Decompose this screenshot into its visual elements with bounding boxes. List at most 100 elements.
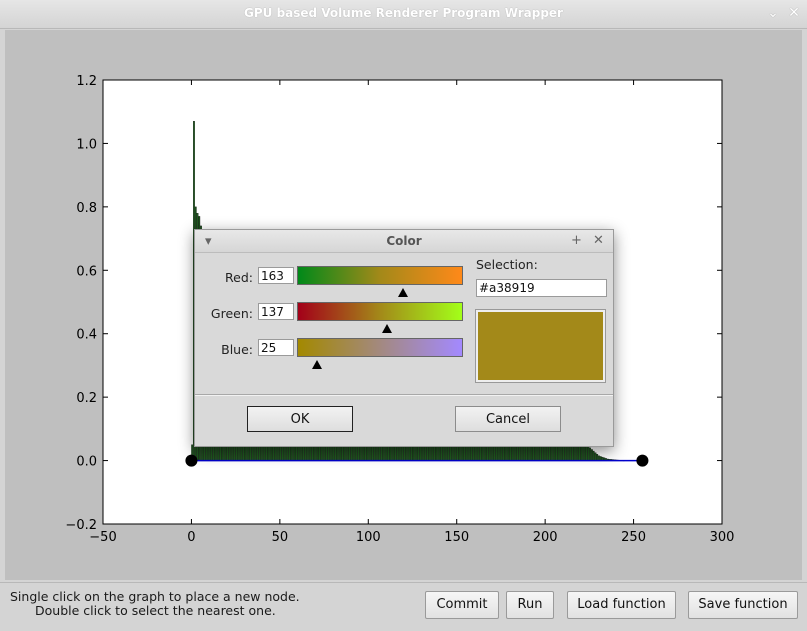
selection-field[interactable]: #a38919 — [476, 279, 607, 297]
cancel-button[interactable]: Cancel — [455, 406, 561, 432]
histogram-bar — [313, 445, 316, 461]
color-dialog-title: Color — [386, 234, 422, 248]
window-title: GPU based Volume Renderer Program Wrappe… — [244, 6, 563, 20]
histogram-bar — [323, 446, 326, 461]
x-tick-label: 0 — [187, 530, 195, 545]
histogram-bar — [589, 447, 592, 461]
histogram-bar — [592, 450, 595, 461]
x-tick-label: 50 — [272, 530, 289, 545]
histogram-bar — [491, 444, 494, 461]
histogram-bar — [338, 445, 340, 461]
histogram-bar — [594, 452, 597, 461]
ok-button[interactable]: OK — [247, 406, 353, 432]
histogram-bar — [585, 445, 588, 461]
red-slider[interactable] — [297, 266, 463, 285]
y-tick-label: −0.2 — [65, 518, 97, 533]
histogram-bar — [306, 445, 309, 461]
close-icon[interactable]: ✕ — [786, 5, 802, 21]
y-tick-label: 1.2 — [76, 74, 97, 89]
histogram-bar — [490, 444, 492, 461]
histogram-bar — [587, 446, 590, 461]
color-preview-swatch — [475, 309, 606, 383]
transfer-function-node[interactable] — [185, 454, 198, 467]
histogram-bar — [348, 444, 351, 461]
save-function-button[interactable]: Save function — [688, 591, 798, 619]
red-field[interactable]: 163 — [258, 267, 294, 284]
y-tick-label: 0.6 — [76, 264, 97, 279]
histogram-bar — [481, 444, 484, 461]
y-tick-label: 0.4 — [76, 328, 97, 343]
color-dialog-titlebar: ▾ Color + ✕ — [195, 230, 613, 253]
histogram-bar — [300, 444, 303, 461]
green-slider[interactable] — [297, 302, 463, 321]
histogram-bar — [332, 446, 335, 461]
histogram-bar — [322, 446, 324, 461]
minimize-icon[interactable]: ⌄ — [765, 5, 781, 21]
histogram-bar — [596, 454, 599, 461]
y-tick-label: 0.8 — [76, 201, 97, 216]
histogram-bar — [308, 445, 310, 461]
x-tick-label: 300 — [710, 530, 735, 545]
histogram-bar — [343, 445, 346, 461]
histogram-bar — [329, 446, 332, 461]
histogram-bar — [476, 444, 478, 461]
histogram-bar — [315, 446, 317, 461]
histogram-bar — [350, 444, 353, 461]
blue-slider-marker[interactable] — [312, 360, 322, 369]
histogram-bar — [346, 444, 349, 461]
histogram-bar — [330, 446, 333, 461]
histogram-bar — [590, 449, 593, 461]
window-titlebar: GPU based Volume Renderer Program Wrappe… — [0, 0, 807, 29]
selection-label: Selection: — [476, 257, 538, 272]
histogram-bar — [327, 446, 330, 461]
color-dialog: ▾ Color + ✕ Red: 163 Green: 137 Blue: 25… — [194, 229, 614, 447]
dialog-separator — [195, 394, 613, 396]
histogram-bar — [474, 444, 477, 461]
maximize-icon[interactable]: + — [571, 233, 582, 248]
red-slider-marker[interactable] — [398, 288, 408, 297]
blue-field[interactable]: 25 — [258, 339, 294, 356]
histogram-bar — [479, 444, 482, 461]
histogram-bar — [309, 445, 312, 461]
histogram-bar — [302, 445, 305, 461]
histogram-bar — [339, 445, 342, 461]
green-slider-marker[interactable] — [382, 324, 392, 333]
x-tick-label: 250 — [621, 530, 646, 545]
load-function-button[interactable]: Load function — [567, 591, 676, 619]
red-label: Red: — [225, 270, 253, 285]
x-tick-label: 100 — [356, 530, 381, 545]
histogram-bar — [320, 446, 323, 461]
hint-line-2: Double click to select the nearest one. — [35, 603, 276, 618]
histogram-bar — [345, 445, 347, 461]
blue-slider[interactable] — [297, 338, 463, 357]
x-tick-label: 200 — [533, 530, 558, 545]
histogram-bar — [486, 444, 489, 461]
y-tick-label: 1.0 — [76, 137, 97, 152]
green-field[interactable]: 137 — [258, 303, 294, 320]
y-tick-label: 0.2 — [76, 391, 97, 406]
blue-label: Blue: — [221, 342, 253, 357]
histogram-bar — [341, 445, 344, 461]
transfer-function-node[interactable] — [636, 454, 649, 467]
run-button[interactable]: Run — [506, 591, 554, 619]
histogram-bar — [484, 444, 487, 461]
histogram-bar — [488, 444, 491, 461]
histogram-bar — [297, 444, 300, 461]
histogram-bar — [334, 445, 337, 461]
histogram-bar — [311, 445, 314, 461]
histogram-bar — [304, 445, 307, 461]
y-tick-label: 0.0 — [76, 455, 97, 470]
histogram-bar — [477, 444, 480, 461]
hint-line-1: Single click on the graph to place a new… — [10, 589, 300, 604]
histogram-bar — [299, 444, 301, 461]
status-bar: Single click on the graph to place a new… — [0, 582, 807, 631]
histogram-bar — [318, 446, 321, 461]
close-icon[interactable]: ✕ — [593, 233, 604, 248]
x-tick-label: 150 — [444, 530, 469, 545]
histogram-bar — [336, 445, 339, 461]
histogram-bar — [325, 446, 328, 461]
histogram-bar — [316, 446, 319, 461]
histogram-bar — [483, 444, 485, 461]
commit-button[interactable]: Commit — [425, 591, 499, 619]
green-label: Green: — [210, 306, 253, 321]
